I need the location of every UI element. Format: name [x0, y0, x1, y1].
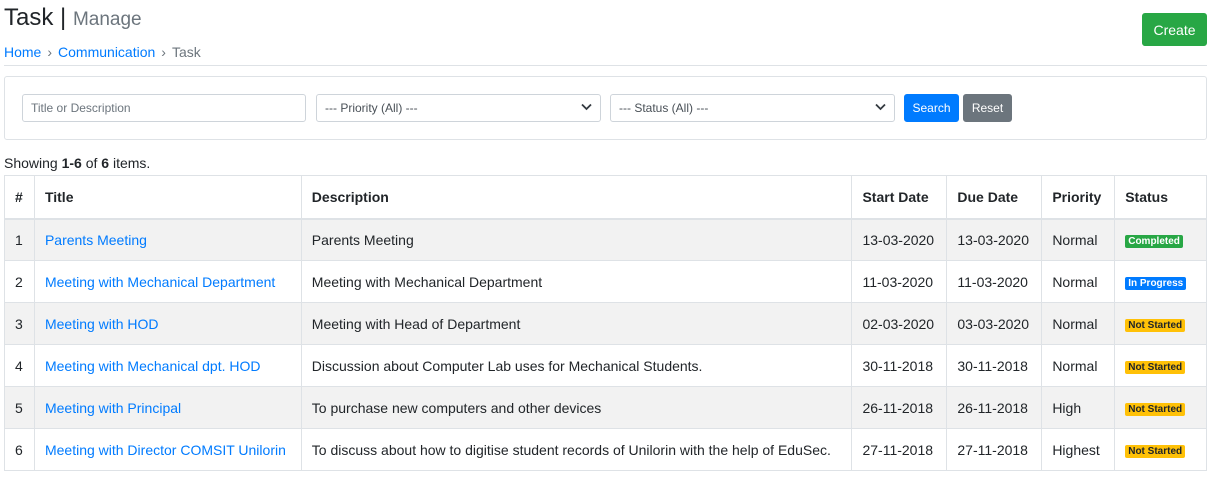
task-due-date: 30-11-2018 — [946, 344, 1043, 387]
priority-select[interactable]: --- Priority (All) --- — [316, 94, 601, 122]
column-header-number[interactable]: # — [4, 175, 35, 220]
task-due-date: 27-11-2018 — [946, 428, 1043, 471]
page-subtitle: Manage — [72, 9, 142, 30]
task-title-link[interactable]: Meeting with Mechanical Department — [45, 274, 275, 290]
row-number: 4 — [4, 344, 35, 387]
task-due-date: 03-03-2020 — [946, 302, 1043, 345]
row-number: 1 — [4, 218, 35, 261]
status-badge: Not Started — [1125, 319, 1186, 332]
results-total: 6 — [101, 155, 110, 171]
task-start-date: 27-11-2018 — [851, 428, 948, 471]
breadcrumb-current: Task — [171, 44, 201, 60]
table-header-row: # Title Description Start Date Due Date … — [4, 175, 1207, 220]
task-due-date: 26-11-2018 — [946, 386, 1043, 429]
task-priority: Normal — [1041, 218, 1116, 261]
create-button[interactable]: Create — [1142, 13, 1207, 46]
task-start-date: 02-03-2020 — [851, 302, 948, 345]
column-header-due-date[interactable]: Due Date — [946, 175, 1043, 220]
task-description: Meeting with Mechanical Department — [300, 260, 853, 303]
column-header-priority[interactable]: Priority — [1041, 175, 1116, 220]
breadcrumb-chevron-icon: › — [47, 44, 53, 60]
results-summary: Showing 1-6 of 6 items. — [4, 155, 151, 171]
column-header-status[interactable]: Status — [1114, 175, 1207, 220]
status-badge: Not Started — [1125, 445, 1186, 458]
task-priority: High — [1041, 386, 1116, 429]
reset-button[interactable]: Reset — [963, 94, 1012, 122]
row-number: 3 — [4, 302, 35, 345]
task-description: To purchase new computers and other devi… — [300, 386, 853, 429]
title-search-input[interactable] — [22, 94, 306, 122]
task-title-link[interactable]: Meeting with HOD — [45, 316, 159, 332]
chevron-down-icon — [875, 95, 886, 121]
search-panel: --- Priority (All) --- --- Status (All) … — [4, 76, 1207, 140]
status-badge: Not Started — [1125, 403, 1186, 416]
table-row: 5 Meeting with Principal To purchase new… — [4, 386, 1207, 429]
status-badge: In Progress — [1125, 277, 1187, 290]
task-start-date: 26-11-2018 — [851, 386, 948, 429]
task-start-date: 13-03-2020 — [851, 218, 948, 261]
chevron-down-icon — [581, 95, 592, 121]
task-description: Discussion about Computer Lab uses for M… — [300, 344, 853, 387]
row-number: 2 — [4, 260, 35, 303]
breadcrumb-communication[interactable]: Communication — [58, 44, 155, 60]
status-badge: Completed — [1125, 235, 1183, 249]
task-title-link[interactable]: Meeting with Mechanical dpt. HOD — [45, 358, 261, 374]
breadcrumb: Home › Communication › Task — [4, 44, 201, 60]
status-badge: Not Started — [1125, 361, 1186, 374]
column-header-start-date[interactable]: Start Date — [851, 175, 948, 220]
task-priority: Normal — [1041, 260, 1116, 303]
table-row: 4 Meeting with Mechanical dpt. HOD Discu… — [4, 344, 1207, 387]
task-description: To discuss about how to digitise student… — [300, 428, 853, 471]
task-title-link[interactable]: Meeting with Director COMSIT Unilorin — [45, 442, 286, 458]
page-title-main: Task — [4, 4, 54, 31]
priority-select-value: --- Priority (All) --- — [325, 101, 418, 115]
table-row: 1 Parents Meeting Parents Meeting 13-03-… — [4, 218, 1207, 261]
row-number: 6 — [4, 428, 35, 471]
table-row: 2 Meeting with Mechanical Department Mee… — [4, 260, 1207, 303]
task-due-date: 13-03-2020 — [946, 218, 1043, 261]
breadcrumb-home[interactable]: Home — [4, 44, 41, 60]
task-due-date: 11-03-2020 — [946, 260, 1043, 303]
search-button[interactable]: Search — [904, 94, 959, 122]
header-divider — [4, 65, 1207, 66]
task-start-date: 11-03-2020 — [851, 260, 948, 303]
status-select[interactable]: --- Status (All) --- — [610, 94, 895, 122]
task-description: Parents Meeting — [300, 218, 853, 261]
row-number: 5 — [4, 386, 35, 429]
page-title: Task | Manage — [4, 4, 201, 34]
results-range: 1-6 — [61, 155, 82, 171]
task-description: Meeting with Head of Department — [300, 302, 853, 345]
column-header-title[interactable]: Title — [33, 175, 302, 220]
task-priority: Normal — [1041, 344, 1116, 387]
table-row: 3 Meeting with HOD Meeting with Head of … — [4, 302, 1207, 345]
task-priority: Highest — [1041, 428, 1116, 471]
task-table: # Title Description Start Date Due Date … — [4, 175, 1207, 471]
page-header: Task | Manage Home › Communication › Task — [4, 4, 201, 60]
breadcrumb-chevron-icon: › — [161, 44, 166, 60]
task-priority: Normal — [1041, 302, 1116, 345]
column-header-description[interactable]: Description — [300, 175, 853, 220]
table-row: 6 Meeting with Director COMSIT Unilorin … — [4, 428, 1207, 471]
status-select-value: --- Status (All) --- — [619, 101, 709, 115]
task-title-link[interactable]: Parents Meeting — [45, 232, 147, 248]
task-title-link[interactable]: Meeting with Principal — [45, 400, 181, 416]
task-start-date: 30-11-2018 — [851, 344, 948, 387]
title-separator: | — [60, 4, 67, 31]
